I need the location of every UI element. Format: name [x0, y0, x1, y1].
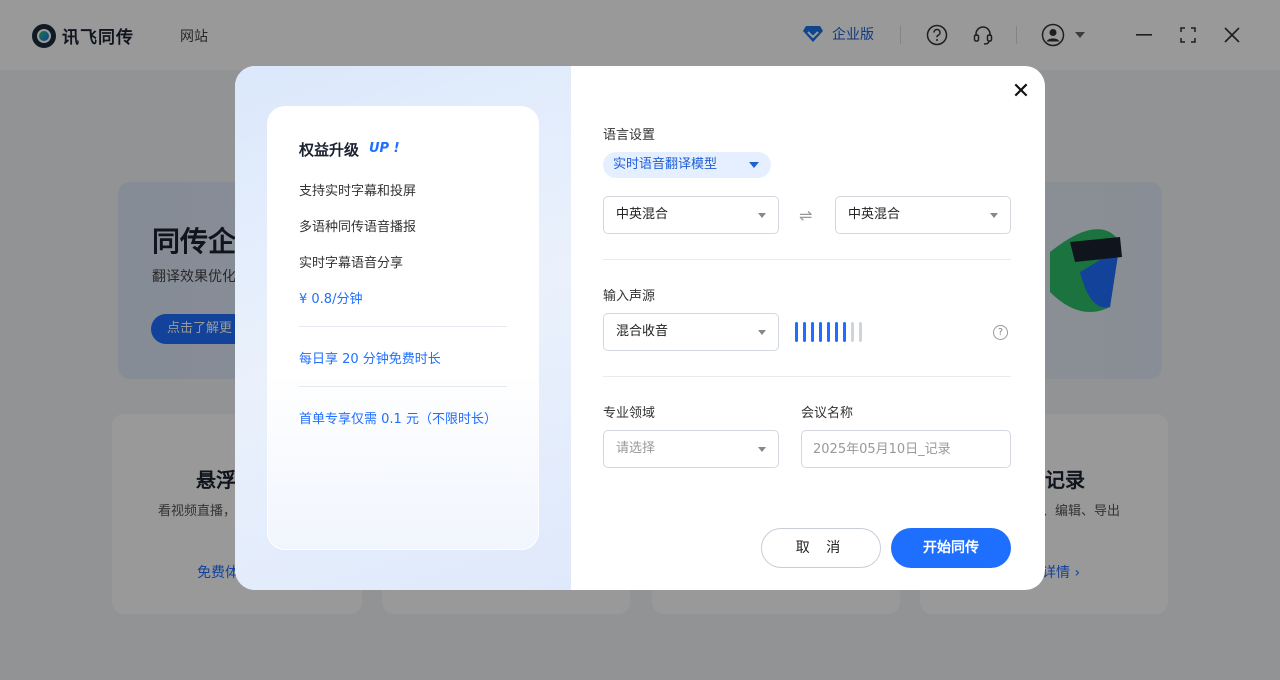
target-language-select[interactable]: 中英混合	[835, 196, 1011, 234]
meeting-name-input[interactable]	[801, 430, 1011, 468]
benefits-card: 权益升级 UP ! 支持实时字幕和投屏 多语种同传语音播报 实时字幕语音分享 ¥…	[267, 106, 539, 550]
input-source-value: 混合收音	[616, 324, 669, 339]
audio-level-bar	[811, 322, 814, 342]
input-source-label: 输入声源	[603, 289, 656, 304]
benefit-feature: 多语种同传语音播报	[299, 220, 417, 235]
divider	[299, 386, 507, 387]
benefits-title: 权益升级	[299, 141, 360, 159]
benefits-up-badge: UP !	[369, 141, 400, 156]
domain-select[interactable]: 请选择	[603, 430, 779, 468]
benefits-panel: 权益升级 UP ! 支持实时字幕和投屏 多语种同传语音播报 实时字幕语音分享 ¥…	[235, 66, 571, 590]
benefit-price: ¥ 0.8/分钟	[299, 292, 363, 307]
cancel-button[interactable]: 取 消	[761, 528, 881, 568]
audio-level-bar	[851, 322, 854, 342]
caret-down-icon	[758, 447, 766, 452]
audio-level-bar	[795, 322, 798, 342]
audio-level-bar	[859, 322, 862, 342]
source-language-select[interactable]: 中英混合	[603, 196, 779, 234]
audio-level-bar	[827, 322, 830, 342]
start-translation-button[interactable]: 开始同传	[891, 528, 1011, 568]
language-settings-label: 语言设置	[603, 128, 656, 143]
domain-label: 专业领域	[603, 406, 656, 421]
caret-down-icon	[990, 213, 998, 218]
first-order-offer: 首单专享仅需 0.1 元（不限时长）	[299, 412, 497, 427]
divider	[603, 259, 1011, 260]
caret-down-icon	[758, 213, 766, 218]
divider	[603, 376, 1011, 377]
close-dialog-icon[interactable]: ✕	[1009, 80, 1033, 104]
audio-level-bar	[803, 322, 806, 342]
meeting-name-label: 会议名称	[801, 406, 854, 421]
help-icon[interactable]: ?	[993, 325, 1008, 340]
caret-down-icon	[758, 330, 766, 335]
start-translation-dialog: 权益升级 UP ! 支持实时字幕和投屏 多语种同传语音播报 实时字幕语音分享 ¥…	[235, 66, 1045, 590]
audio-level-bar	[843, 322, 846, 342]
daily-free-time: 每日享 20 分钟免费时长	[299, 352, 441, 367]
audio-level-bar	[835, 322, 838, 342]
swap-languages-icon[interactable]: ⇌	[799, 206, 812, 225]
translation-model-select[interactable]: 实时语音翻译模型	[603, 152, 771, 178]
input-source-select[interactable]: 混合收音	[603, 313, 779, 351]
translation-model-value: 实时语音翻译模型	[613, 157, 718, 172]
domain-placeholder: 请选择	[616, 441, 656, 456]
target-language-value: 中英混合	[848, 207, 901, 222]
benefit-feature: 支持实时字幕和投屏	[299, 184, 417, 199]
benefit-feature: 实时字幕语音分享	[299, 256, 404, 271]
audio-level-bar	[819, 322, 822, 342]
audio-level-meter	[795, 322, 862, 342]
caret-down-icon	[749, 162, 759, 168]
settings-panel: ✕ 语言设置 实时语音翻译模型 中英混合 ⇌ 中英混合 输入声源 混合收音 ? …	[571, 66, 1045, 590]
divider	[299, 326, 507, 327]
source-language-value: 中英混合	[616, 207, 669, 222]
